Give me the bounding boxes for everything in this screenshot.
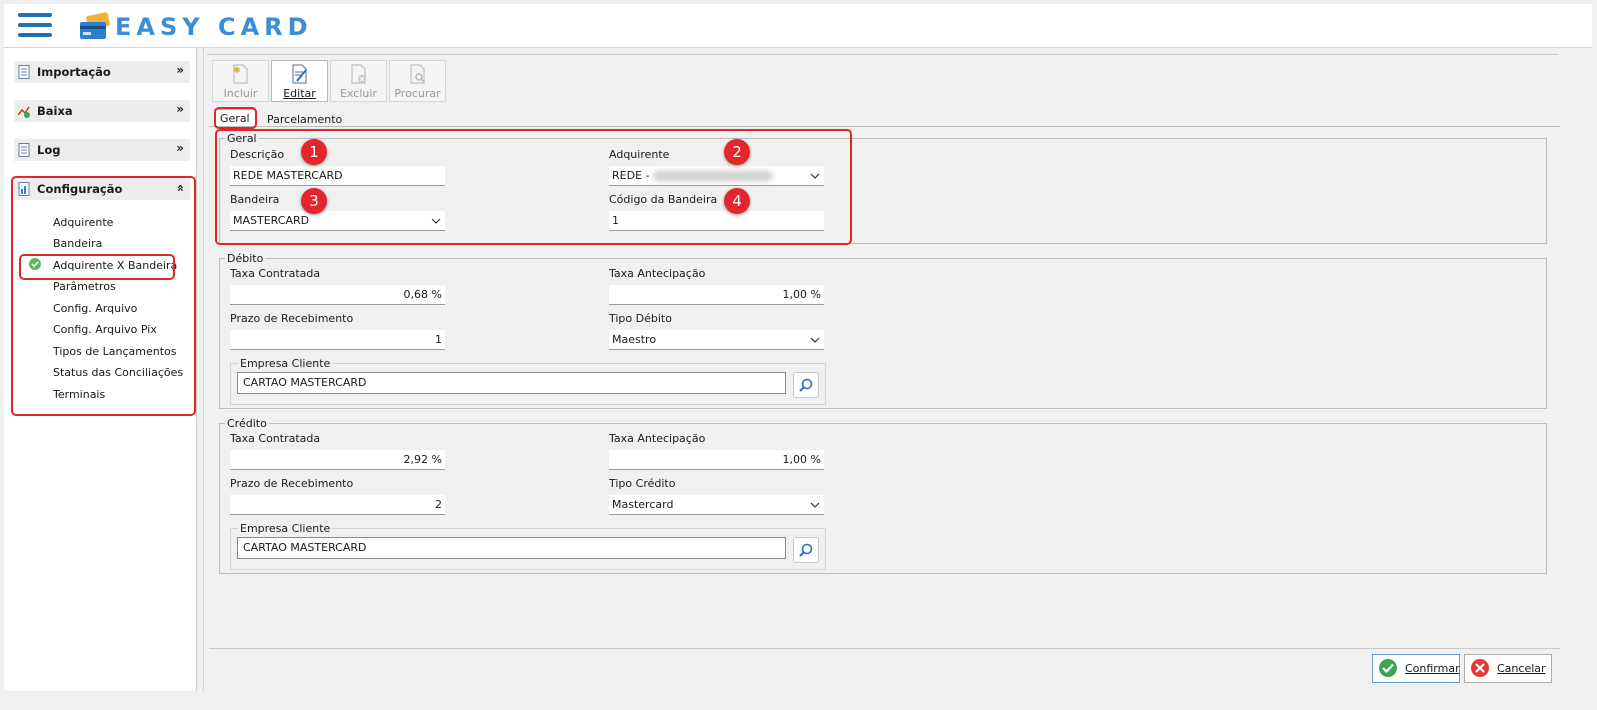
annotation-badge-4: 4 (724, 188, 750, 214)
debito-taxa-contratada-label: Taxa Contratada (230, 267, 321, 280)
debito-legend: Débito (227, 252, 264, 265)
footer-divider (209, 648, 1560, 649)
app-logo-text: EASY CARD (115, 13, 313, 41)
chevron-double-down-icon: » (176, 63, 184, 77)
chart-check-icon (18, 106, 30, 118)
chevron-down-icon (810, 337, 820, 343)
annotation-highlight-configuracao (11, 176, 196, 416)
tipo-debito-value: Maestro (612, 333, 657, 346)
delete-document-icon (351, 64, 366, 84)
credito-taxa-antecipacao-label: Taxa Antecipação (609, 432, 706, 445)
app-header: EASY CARD (4, 4, 1592, 48)
cancelar-label: Cancelar (1497, 662, 1546, 675)
debito-empresa-input[interactable]: CARTAO MASTERCARD (237, 372, 786, 394)
incluir-label: Incluir (223, 87, 258, 100)
confirmar-button[interactable]: Confirmar (1372, 654, 1460, 683)
annotation-badge-2: 2 (724, 139, 750, 165)
credito-empresa-input[interactable]: CARTAO MASTERCARD (237, 537, 786, 559)
chevron-double-down-icon: » (176, 102, 184, 116)
new-document-icon: ✱ (233, 64, 248, 84)
check-circle-icon (1379, 659, 1397, 677)
excluir-button[interactable]: Excluir (330, 60, 387, 102)
annotation-badge-1: 1 (301, 139, 327, 165)
document-icon (18, 65, 30, 79)
incluir-button[interactable]: ✱ Incluir (212, 60, 269, 102)
tipo-debito-label: Tipo Débito (609, 312, 672, 325)
cancelar-button[interactable]: Cancelar (1464, 654, 1552, 683)
menu-importacao[interactable]: Importação » (14, 61, 190, 83)
credito-empresa-search-button[interactable] (793, 537, 819, 563)
editar-button[interactable]: Editar (271, 60, 328, 102)
chevron-double-down-icon: » (176, 141, 184, 155)
debito-prazo-input[interactable]: 1 (230, 330, 445, 350)
search-icon (799, 378, 813, 392)
credito-taxa-contratada-label: Taxa Contratada (230, 432, 321, 445)
procurar-button[interactable]: Procurar (389, 60, 446, 102)
credito-legend: Crédito (227, 417, 267, 430)
search-icon (799, 543, 813, 557)
tab-parcelamento[interactable]: Parcelamento (267, 113, 342, 126)
credito-taxa-contratada-input[interactable]: 2,92 % (230, 450, 445, 470)
menu-baixa[interactable]: Baixa » (14, 100, 190, 122)
excluir-label: Excluir (340, 87, 377, 100)
debito-taxa-antecipacao-label: Taxa Antecipação (609, 267, 706, 280)
debito-prazo-label: Prazo de Recebimento (230, 312, 354, 325)
tipo-credito-label: Tipo Crédito (609, 477, 676, 490)
menu-log[interactable]: Log » (14, 139, 190, 161)
tab-divider (209, 126, 1560, 127)
menu-label: Log (37, 143, 61, 157)
credito-prazo-label: Prazo de Recebimento (230, 477, 354, 490)
tipo-debito-select[interactable]: Maestro (609, 330, 824, 350)
annotation-highlight-tab-geral (214, 107, 257, 129)
sidebar: Importação » Baixa » Log » Configuração … (4, 48, 197, 691)
tipo-credito-select[interactable]: Mastercard (609, 495, 824, 515)
divider (207, 54, 1558, 55)
annotation-badge-3: 3 (301, 188, 327, 214)
menu-label: Importação (37, 65, 111, 79)
confirmar-label: Confirmar (1405, 662, 1460, 675)
credito-prazo-input[interactable]: 2 (230, 495, 445, 515)
editar-label: Editar (283, 87, 316, 100)
chevron-down-icon (810, 502, 820, 508)
credit-card-logo-icon (80, 12, 110, 39)
debito-empresa-search-button[interactable] (793, 372, 819, 398)
debito-taxa-contratada-input[interactable]: 0,68 % (230, 285, 445, 305)
procurar-label: Procurar (394, 87, 441, 100)
edit-document-icon (292, 64, 307, 84)
debito-taxa-antecipacao-input[interactable]: 1,00 % (609, 285, 824, 305)
hamburger-menu-icon[interactable] (18, 13, 52, 39)
menu-label: Baixa (37, 104, 73, 118)
credito-empresa-label: Empresa Cliente (238, 522, 333, 535)
search-document-icon (410, 64, 425, 84)
cancel-circle-icon (1471, 659, 1489, 677)
debito-empresa-label: Empresa Cliente (238, 357, 333, 370)
svg-text:✱: ✱ (233, 66, 241, 76)
document-icon (18, 143, 30, 157)
tipo-credito-value: Mastercard (612, 498, 674, 511)
credito-taxa-antecipacao-input[interactable]: 1,00 % (609, 450, 824, 470)
annotation-highlight-selected-item (19, 254, 175, 280)
